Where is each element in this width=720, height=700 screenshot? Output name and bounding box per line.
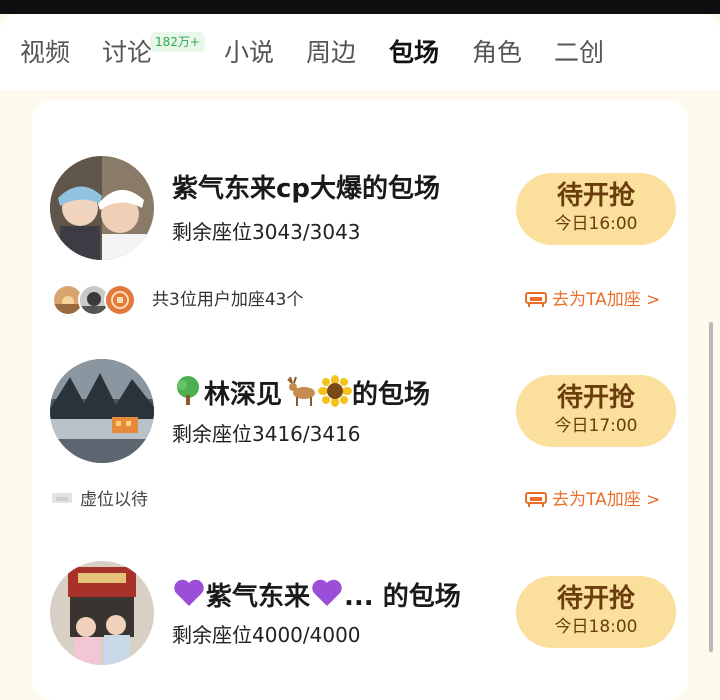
remaining-seats: 剩余座位3043/3043	[172, 220, 361, 244]
tab-fan-creations[interactable]: 二创	[554, 36, 604, 70]
user-avatar[interactable]	[104, 284, 136, 316]
empty-seat-text: 虚位以待	[80, 490, 148, 510]
grab-button-label: 待开抢	[556, 181, 635, 211]
sofa-icon	[525, 292, 547, 307]
purple-heart-icon	[174, 579, 204, 606]
session-title[interactable]: 紫气东来 ... 的包场	[172, 577, 461, 614]
scrollbar[interactable]	[709, 322, 713, 652]
sunflower-emoji-icon	[318, 375, 353, 407]
tab-bar: 视频 讨论 182万+ 小说 周边 包场 角色 二创	[0, 14, 720, 90]
discussion-count-badge: 182万+	[150, 32, 205, 52]
add-seat-link[interactable]: 去为TA加座 >	[524, 488, 660, 512]
tab-merch[interactable]: 周边	[306, 36, 356, 70]
grab-ticket-button[interactable]: 待开抢 今日17:00	[516, 375, 676, 447]
session-avatar[interactable]	[50, 156, 154, 260]
tab-discussion[interactable]: 讨论	[102, 36, 152, 70]
session-title-suffix: 的包场	[352, 380, 431, 410]
add-seat-link[interactable]: 去为TA加座 >	[524, 288, 660, 312]
sofa-icon	[52, 493, 72, 503]
purple-heart-icon	[312, 579, 342, 606]
session-title-text: 紫气东来	[206, 582, 311, 612]
add-seat-link-label: 去为TA加座 >	[552, 490, 661, 510]
session-title[interactable]: 林深见 的包场	[172, 375, 430, 412]
sofa-icon	[525, 492, 547, 507]
grab-button-time: 今日16:00	[554, 214, 638, 234]
remaining-seats: 剩余座位3416/3416	[172, 422, 361, 446]
grab-button-label: 待开抢	[556, 584, 635, 614]
tab-novel[interactable]: 小说	[224, 36, 274, 70]
session-title[interactable]: 紫气东来cp大爆的包场	[172, 172, 440, 206]
status-strip	[0, 0, 720, 14]
grab-button-time: 今日17:00	[554, 416, 638, 436]
session-avatar[interactable]	[50, 561, 154, 665]
grab-button-label: 待开抢	[556, 383, 635, 413]
session-avatar[interactable]	[50, 359, 154, 463]
remaining-seats: 剩余座位4000/4000	[172, 623, 361, 647]
deer-emoji-icon	[287, 376, 316, 406]
session-title-text: 林深见	[204, 380, 283, 410]
tab-video[interactable]: 视频	[20, 36, 70, 70]
grab-ticket-button[interactable]: 待开抢 今日18:00	[516, 576, 676, 648]
grab-button-time: 今日18:00	[554, 617, 638, 637]
tree-emoji-icon	[177, 376, 199, 405]
tab-characters[interactable]: 角色	[472, 36, 522, 70]
session-title-suffix: ... 的包场	[344, 582, 461, 612]
empty-seat-status: 虚位以待	[50, 488, 148, 512]
add-seat-link-label: 去为TA加座 >	[552, 290, 661, 310]
tab-private-screening[interactable]: 包场	[389, 36, 439, 70]
grab-ticket-button[interactable]: 待开抢 今日16:00	[516, 173, 676, 245]
joined-users-text: 共3位用户加座43个	[152, 290, 304, 310]
